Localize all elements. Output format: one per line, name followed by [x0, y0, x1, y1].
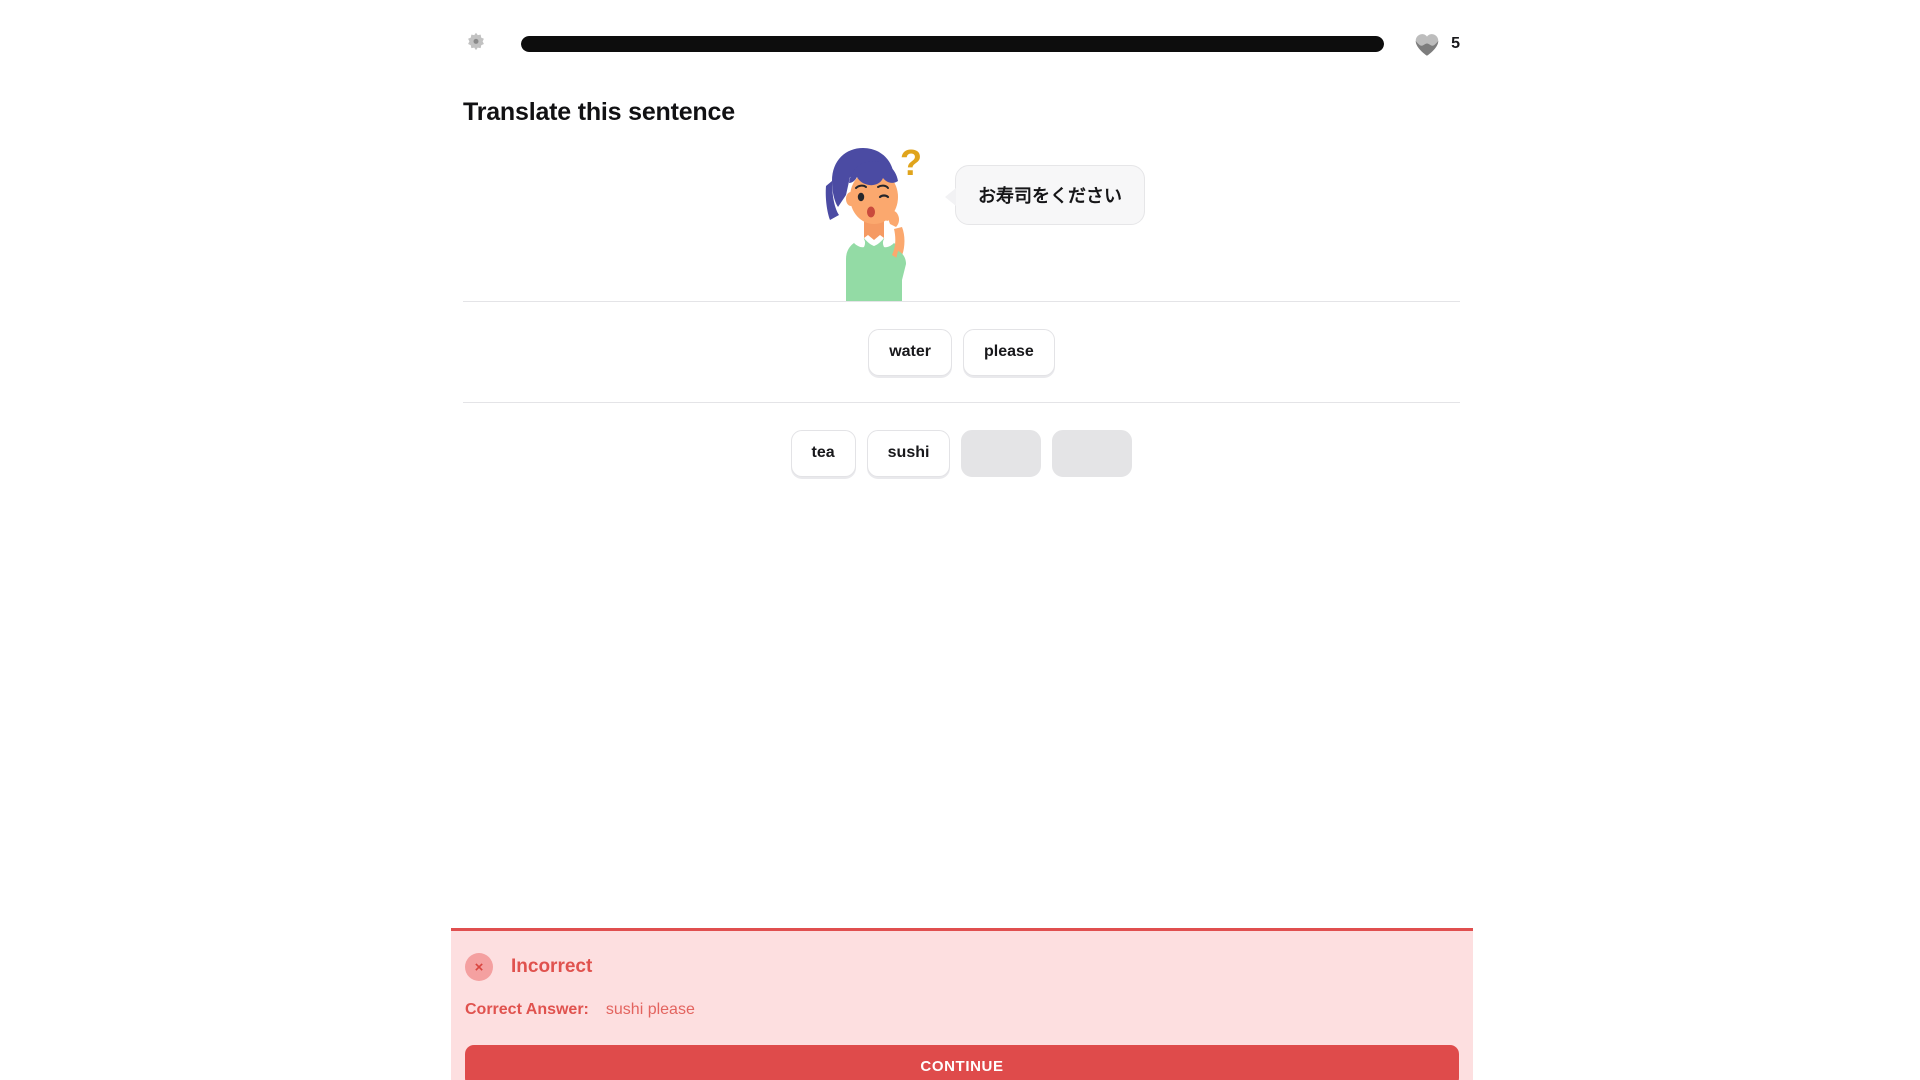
prompt-row: ? お寿司をください — [463, 142, 1460, 301]
prompt-sentence: お寿司をください — [978, 186, 1122, 206]
lives-indicator: 5 — [1414, 32, 1460, 57]
thinking-person-illustration: ? — [816, 142, 936, 301]
page-title: Translate this sentence — [463, 98, 735, 126]
continue-button[interactable]: CONTINUE — [465, 1045, 1459, 1080]
word-bank-empty-slot — [1052, 429, 1133, 477]
feedback-status-text: Incorrect — [511, 956, 593, 977]
question-mark-icon: ? — [900, 142, 922, 183]
close-x-icon: × — [465, 953, 493, 981]
correct-answer-label: Correct Answer: — [465, 1001, 589, 1018]
heart-icon — [1414, 32, 1440, 57]
progress-bar — [521, 36, 1385, 52]
answer-tiles-area[interactable]: water please — [463, 302, 1460, 402]
answer-tile[interactable]: please — [962, 328, 1055, 376]
word-bank-tile[interactable]: sushi — [866, 429, 951, 477]
answer-tile[interactable]: water — [868, 328, 952, 376]
word-bank-area[interactable]: tea sushi — [463, 403, 1460, 503]
prompt-speech-bubble: お寿司をください — [945, 165, 1145, 225]
correct-answer-value: sushi please — [605, 1001, 695, 1018]
svg-text:?: ? — [900, 143, 922, 183]
feedback-panel: × Incorrect Correct Answer: sushi please… — [451, 928, 1473, 1080]
word-bank-empty-slot — [961, 429, 1042, 477]
lives-count: 5 — [1451, 35, 1460, 52]
word-bank-tile[interactable]: tea — [790, 429, 856, 477]
correct-answer-row: Correct Answer: sushi please — [451, 1001, 1473, 1019]
content-column: 5 Translate this sentence ? お寿司をください wat… — [463, 0, 1460, 503]
lesson-screen: 5 Translate this sentence ? お寿司をください wat… — [0, 0, 1920, 1080]
gear-icon[interactable] — [463, 31, 489, 57]
feedback-header: × Incorrect — [451, 953, 1473, 981]
progress-bar-fill — [521, 36, 1385, 52]
top-bar: 5 — [463, 22, 1460, 66]
